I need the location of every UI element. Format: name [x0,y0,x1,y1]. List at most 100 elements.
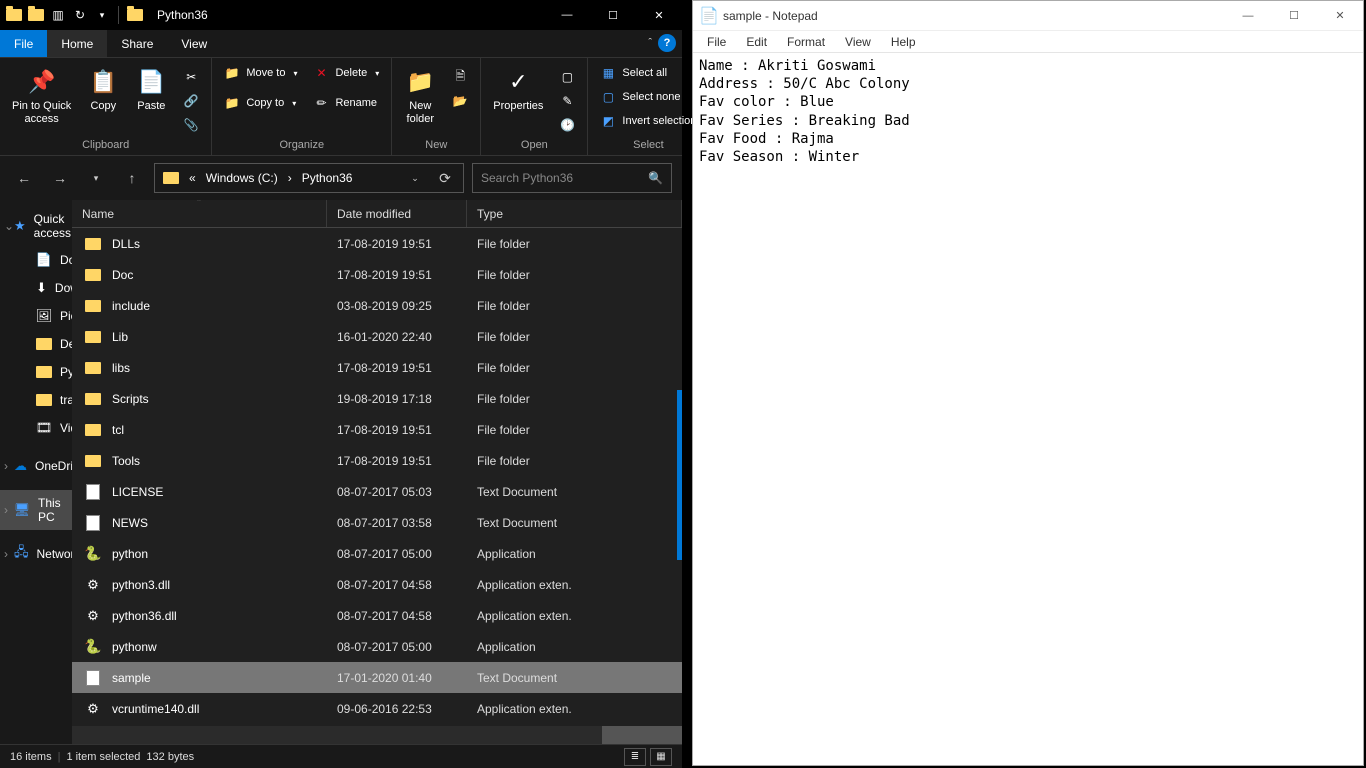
copy-button[interactable]: 📋 Copy [81,62,125,117]
nav-item-training[interactable]: training [0,386,72,414]
file-row[interactable]: sample17-01-2020 01:40Text Document [72,662,682,693]
file-row[interactable]: 🐍python08-07-2017 05:00Application [72,538,682,569]
file-row[interactable]: ⚙python36.dll08-07-2017 04:58Application… [72,600,682,631]
easy-access-button[interactable]: 📂 [446,90,474,112]
refresh-button[interactable]: ⟳ [431,164,459,192]
qat-undo-icon[interactable]: ↻ [70,5,90,25]
nav-item-desktop[interactable]: Desktop [0,330,72,358]
qat-folder-icon[interactable] [4,5,24,25]
file-row[interactable]: tcl17-08-2019 19:51File folder [72,414,682,445]
notepad-menu-file[interactable]: File [697,35,736,49]
nav-item-pictures[interactable]: 🖼Pictures📌 [0,302,72,330]
notepad-menu-view[interactable]: View [835,35,881,49]
history-button[interactable]: 🕑 [553,114,581,136]
file-name: python [112,547,148,561]
tab-share[interactable]: Share [107,30,167,57]
address-bar[interactable]: « Windows (C:)› Python36 ⌄ ⟳ [154,163,464,193]
new-folder-button[interactable]: 📁 New folder [398,62,442,130]
nav-network[interactable]: 🖧 Network [0,540,72,568]
tab-view[interactable]: View [167,30,221,57]
cut-button[interactable]: ✂ [177,66,205,88]
rename-button[interactable]: ✏Rename [307,92,385,114]
search-input[interactable]: Search Python36 🔍 [472,163,672,193]
up-button[interactable]: ↑ [118,164,146,192]
new-item-button[interactable]: 🗎 [446,66,474,88]
notepad-close-button[interactable]: ✕ [1317,1,1363,31]
thumbnails-view-button[interactable]: ▦ [650,748,672,766]
forward-button[interactable]: → [46,164,74,192]
select-none-button[interactable]: ▢Select none [594,86,702,108]
notepad-maximize-button[interactable]: ☐ [1271,1,1317,31]
select-all-button[interactable]: ▦Select all [594,62,702,84]
file-row[interactable]: DLLs17-08-2019 19:51File folder [72,228,682,259]
nav-onedrive[interactable]: ☁ OneDrive [0,452,72,480]
move-to-button[interactable]: 📁Move to▾ [218,62,303,84]
file-row[interactable]: ⚙python3.dll08-07-2017 04:58Application … [72,569,682,600]
copy-path-button[interactable]: 🔗 [177,90,205,112]
file-row[interactable]: NEWS08-07-2017 03:58Text Document [72,507,682,538]
file-icon [84,483,102,501]
help-icon[interactable]: ? [658,34,676,52]
open-button[interactable]: ▢ [553,66,581,88]
details-view-button[interactable]: ≣ [624,748,646,766]
paste-shortcut-button[interactable]: 📎 [177,114,205,136]
address-dropdown-button[interactable]: ⌄ [401,164,429,192]
invert-selection-button[interactable]: ◩Invert selection [594,110,702,132]
qat-properties-icon[interactable]: ▥ [48,5,68,25]
column-date[interactable]: Date modified [327,200,467,227]
delete-button[interactable]: ✕Delete▾ [307,62,385,84]
qat-folder-icon-2[interactable] [26,5,46,25]
file-row[interactable]: Scripts19-08-2019 17:18File folder [72,383,682,414]
file-row[interactable]: LICENSE08-07-2017 05:03Text Document [72,476,682,507]
file-name: python36.dll [112,609,177,623]
maximize-button[interactable]: ☐ [590,0,636,30]
file-row[interactable]: Lib16-01-2020 22:40File folder [72,321,682,352]
notepad-menu-format[interactable]: Format [777,35,835,49]
file-row[interactable]: libs17-08-2019 19:51File folder [72,352,682,383]
nav-item-downloads[interactable]: ⬇Downloads📌 [0,274,72,302]
notepad-minimize-button[interactable]: — [1225,1,1271,31]
edit-button[interactable]: ✎ [553,90,581,112]
file-date: 16-01-2020 22:40 [327,330,467,344]
notepad-titlebar[interactable]: 📄 sample - Notepad — ☐ ✕ [693,1,1363,31]
nav-item-icon [36,364,52,380]
explorer-titlebar[interactable]: ▥ ↻ ▾ Python36 — ☐ ✕ [0,0,682,30]
nav-this-pc[interactable]: 🖥 This PC [0,490,72,530]
cut-icon: ✂ [183,69,199,85]
notepad-menu-help[interactable]: Help [881,35,926,49]
pin-quick-access-button[interactable]: 📌 Pin to Quick access [6,62,77,130]
file-row[interactable]: ⚙vcruntime140.dll09-06-2016 22:53Applica… [72,693,682,724]
file-icon [84,421,102,439]
column-name[interactable]: ˆName [72,200,327,227]
file-list[interactable]: DLLs17-08-2019 19:51File folderDoc17-08-… [72,228,682,726]
properties-button[interactable]: ✓ Properties [487,62,549,117]
minimize-button[interactable]: — [544,0,590,30]
file-row[interactable]: Doc17-08-2019 19:51File folder [72,259,682,290]
file-row[interactable]: 🐍pythonw08-07-2017 05:00Application [72,631,682,662]
ribbon-collapse-icon[interactable]: ˆ [648,37,652,49]
paste-button[interactable]: 📄 Paste [129,62,173,117]
address-root[interactable]: « [185,171,200,185]
copy-to-button[interactable]: 📁Copy to▾ [218,92,303,114]
network-icon: 🖧 [14,546,29,562]
back-button[interactable]: ← [10,164,38,192]
nav-item-label: Pictures [60,309,72,323]
file-row[interactable]: Tools17-08-2019 19:51File folder [72,445,682,476]
address-drive[interactable]: Windows (C:)› [202,171,296,185]
recent-dropdown[interactable]: ▾ [82,164,110,192]
nav-item-python36[interactable]: Python36 [0,358,72,386]
close-button[interactable]: ✕ [636,0,682,30]
file-explorer-window: ▥ ↻ ▾ Python36 — ☐ ✕ File Home Share Vie… [0,0,682,768]
qat-dropdown-icon[interactable]: ▾ [92,5,112,25]
tab-file[interactable]: File [0,30,47,57]
nav-item-documents[interactable]: 📄Documents📌 [0,246,72,274]
notepad-text-area[interactable]: Name : Akriti Goswami Address : 50/C Abc… [693,53,1363,765]
file-row[interactable]: include03-08-2019 09:25File folder [72,290,682,321]
nav-item-videos[interactable]: 🎞Videos [0,414,72,442]
notepad-menu-edit[interactable]: Edit [736,35,777,49]
horizontal-scrollbar[interactable] [72,726,682,744]
nav-quick-access[interactable]: ★ Quick access [0,206,72,246]
tab-home[interactable]: Home [47,30,107,57]
address-folder[interactable]: Python36 [298,171,357,185]
column-type[interactable]: Type [467,200,682,227]
